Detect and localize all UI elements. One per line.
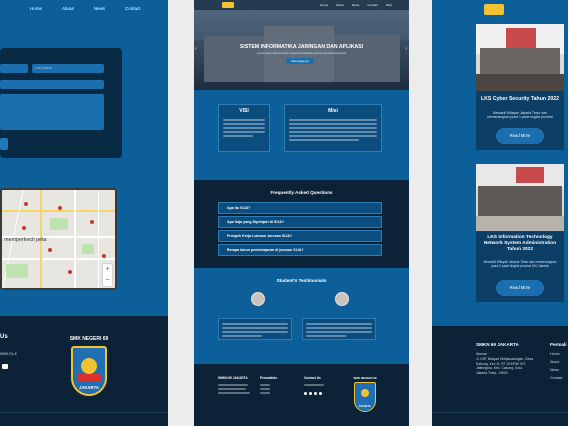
prev-slide-icon[interactable]: ‹ — [195, 46, 197, 52]
school-logo: SMK NEGERI 69 JAKARTA — [68, 336, 110, 410]
news-desc: Mewakili Wilayah Jakarta Timur dan memen… — [483, 260, 557, 269]
youtube-icon[interactable] — [2, 364, 8, 369]
logo-text-top: SMK NEGERI 69 — [353, 376, 377, 380]
faq-question: Apa Saja yang Dipelajari di SIJA? — [227, 220, 285, 224]
footer-address: Jl. KBT Baiquni Wibijasatangan, Desa Kab… — [476, 357, 534, 375]
footer-link-about[interactable]: About — [550, 360, 559, 364]
email-field[interactable] — [0, 80, 104, 89]
first-name-field[interactable] — [0, 64, 28, 73]
logo-text-bottom: JAKARTA — [358, 405, 371, 408]
hero-section: Home About News Contact FAQ SISTEM INFOR… — [194, 0, 409, 90]
nav-about[interactable]: About — [336, 3, 344, 7]
twitter-icon[interactable] — [309, 392, 312, 395]
right-page-panel: LKS Cyber Security Tahun 2022 Mewakili W… — [432, 0, 568, 426]
nav-contact[interactable]: Contact — [125, 6, 141, 11]
middle-page-panel: Home About News Contact FAQ SISTEM INFOR… — [194, 0, 409, 426]
testimonial-card — [302, 318, 376, 340]
misi-title: Misi — [328, 108, 338, 114]
next-slide-icon[interactable]: › — [405, 46, 407, 52]
footer-col-school: SMKN 69 JAKARTA — [218, 376, 248, 380]
school-logo: SMK NEGERI 69 JAKARTA — [352, 376, 378, 420]
facebook-icon[interactable] — [304, 392, 307, 395]
footer-address-label: Alamat : — [476, 352, 489, 356]
nav-news[interactable]: News — [94, 6, 105, 11]
hero-subtitle: Lorem ipsum dolor sit amet consectetur a… — [256, 52, 347, 55]
news-photo — [476, 164, 564, 231]
faq-title: Frequently Asked Questions — [270, 190, 333, 195]
logo-text-top: SMK NEGERI 69 — [69, 336, 109, 342]
youtube-icon[interactable] — [319, 392, 322, 395]
testimonials-title: Student's Testimonials — [276, 278, 327, 283]
map-hint: memperkecil peta — [4, 237, 47, 243]
zoom-in-icon[interactable]: + — [103, 264, 112, 275]
read-more-button[interactable]: Read More — [496, 280, 544, 296]
message-field[interactable] — [0, 94, 104, 130]
news-desc: Mewakili Wilayah Jakarta Timur dan memen… — [487, 111, 553, 120]
footer-school: SMKN 69 JAKARTA — [476, 342, 519, 347]
hero-title: SISTEM INFORMATIKA JARINGAN DAN APLIKASI — [239, 44, 364, 50]
logo-text-bottom: JAKARTA — [79, 385, 99, 390]
contact-form: Last Name — [0, 48, 122, 158]
logo-icon[interactable] — [484, 4, 504, 15]
news-card: LKS Information Technology Network Syste… — [476, 164, 564, 302]
nav-home[interactable]: Home — [30, 6, 42, 11]
footer-link-news[interactable]: News — [550, 368, 559, 372]
faq-item[interactable]: Prospek Kerja Lulusan Jurusan SIJA? — [218, 230, 382, 242]
hero-button[interactable]: Selengkapnya — [286, 58, 314, 64]
last-name-placeholder: Last Name — [35, 66, 53, 70]
faq-question: Prospek Kerja Lulusan Jurusan SIJA? — [227, 234, 293, 238]
news-photo — [476, 24, 564, 91]
footer-link-contact[interactable]: Contact — [550, 376, 562, 380]
avatar — [335, 292, 349, 306]
social-links — [304, 392, 322, 395]
nav-faq[interactable]: FAQ — [386, 3, 392, 7]
footer-link-home[interactable]: Home — [550, 352, 560, 356]
footer: SMKN 69 JAKARTA Permalinks Contact Us SM… — [194, 364, 409, 426]
send-button[interactable] — [0, 138, 8, 150]
news-title: LKS Information Technology Network Syste… — [483, 235, 557, 252]
faq-question: Apa itu SIJA? — [227, 206, 251, 210]
misi-card: Misi — [284, 104, 382, 152]
logo-icon[interactable] — [222, 2, 234, 8]
nav-about[interactable]: About — [62, 6, 74, 11]
footer-heading: Us — [0, 334, 8, 340]
footer-col-links: Permalinks — [260, 376, 278, 380]
visi-card: VISI — [218, 104, 270, 152]
footer-phone: 0895-Pp.E — [0, 352, 17, 356]
footer: SMKN 69 JAKARTA Alamat : Jl. KBT Baiquni… — [432, 326, 568, 426]
news-title: LKS Cyber Security Tahun 2022 — [480, 96, 560, 102]
nav-home[interactable]: Home — [320, 3, 328, 7]
nav-news[interactable]: News — [352, 3, 360, 7]
footer-links-title: Permali — [550, 342, 567, 347]
footer: Us 0895-Pp.E SMK NEGERI 69 JAKARTA — [0, 316, 168, 426]
faq-section: Frequently Asked Questions Apa itu SIJA?… — [194, 180, 409, 268]
faq-item[interactable]: Berapa tahun pembelajaran di jurusan SIJ… — [218, 244, 382, 256]
nav-contact[interactable]: Contact — [367, 3, 377, 7]
zoom-out-icon[interactable]: − — [103, 275, 112, 286]
location-map[interactable]: memperkecil peta + − — [0, 188, 117, 290]
visi-title: VISI — [239, 108, 249, 114]
zoom-control[interactable]: + − — [103, 264, 112, 286]
faq-item[interactable]: Apa itu SIJA? — [218, 202, 382, 214]
instagram-icon[interactable] — [314, 392, 317, 395]
faq-question: Berapa tahun pembelajaran di jurusan SIJ… — [227, 248, 304, 252]
last-name-field[interactable]: Last Name — [32, 64, 104, 73]
top-nav: Home About News Contact — [30, 6, 141, 11]
left-page-panel: Home About News Contact Last Name memper… — [0, 0, 168, 426]
read-more-button[interactable]: Read More — [496, 128, 544, 144]
news-card: LKS Cyber Security Tahun 2022 Mewakili W… — [476, 24, 564, 150]
testimonial-card — [218, 318, 292, 340]
footer-col-contact: Contact Us — [304, 376, 321, 380]
navbar: Home About News Contact FAQ — [194, 0, 409, 10]
faq-item[interactable]: Apa Saja yang Dipelajari di SIJA? — [218, 216, 382, 228]
avatar — [251, 292, 265, 306]
